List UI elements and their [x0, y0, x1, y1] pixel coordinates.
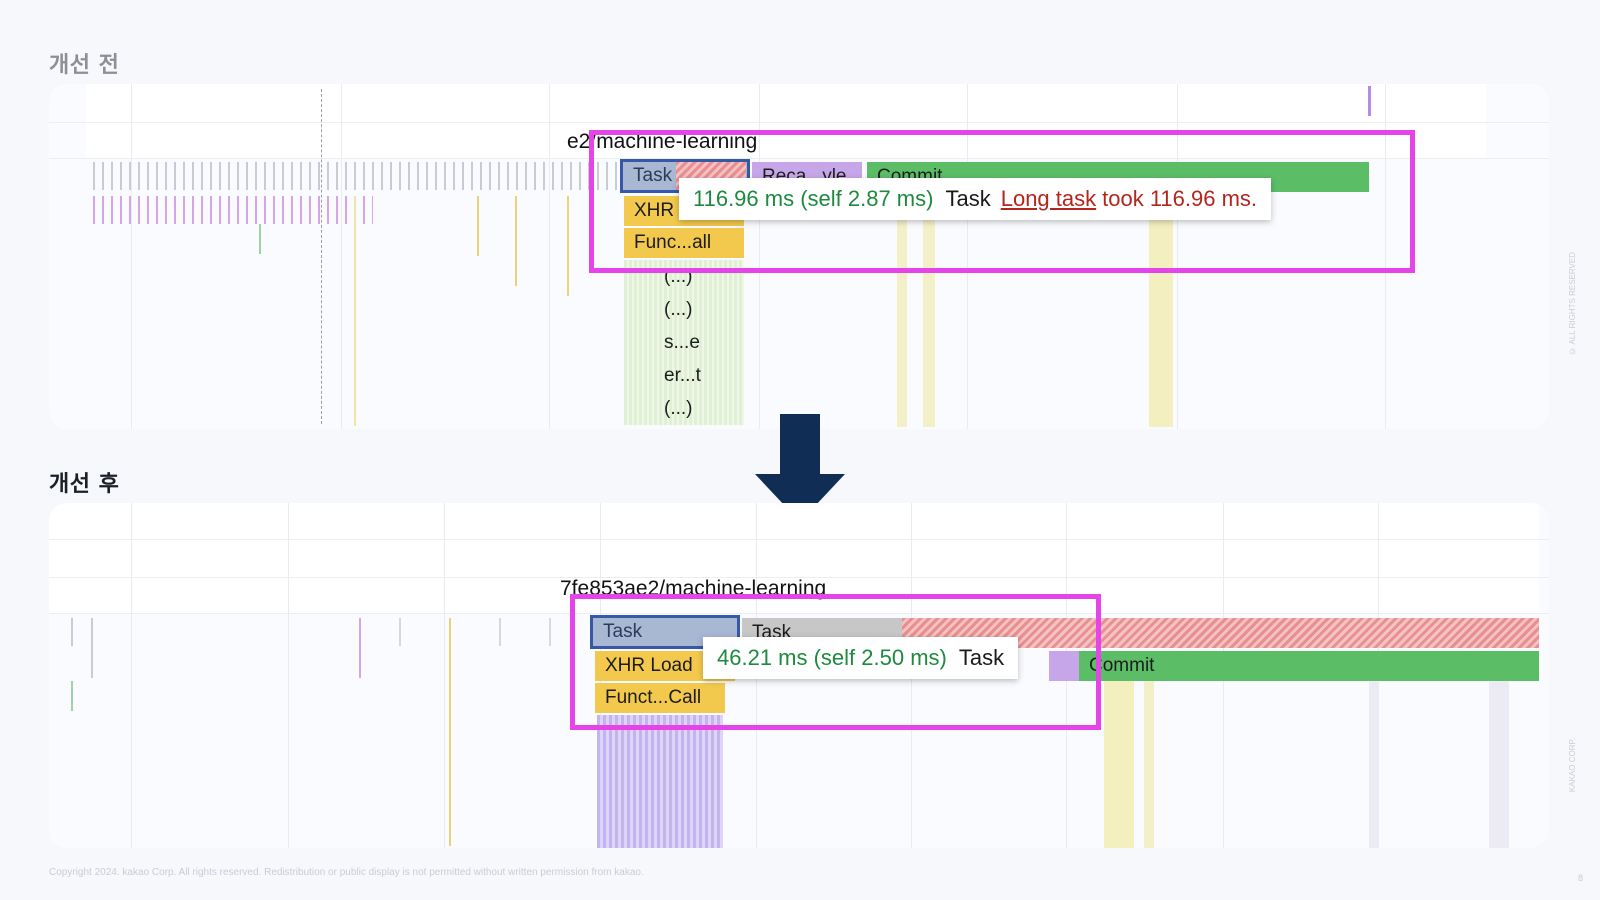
side-company: KAKAO CORP.	[1568, 738, 1577, 793]
activity-column	[1369, 678, 1379, 848]
tick	[359, 618, 361, 678]
grid-line	[131, 84, 132, 429]
stack-frame[interactable]: (...)	[664, 295, 744, 325]
grid-line	[49, 539, 1549, 540]
tick	[499, 618, 501, 646]
grid-line	[549, 84, 550, 429]
tick	[91, 618, 93, 678]
tick	[515, 196, 517, 286]
tick	[477, 196, 479, 256]
tick	[549, 618, 551, 646]
commit-block[interactable]: Commit	[1079, 651, 1539, 681]
timeline-ruler	[86, 84, 1486, 122]
timeline-ruler	[49, 503, 1539, 577]
activity-column	[1489, 678, 1509, 848]
call-stack-column	[597, 715, 723, 848]
task-ticks	[93, 162, 633, 190]
tick	[567, 196, 569, 296]
tick	[71, 618, 73, 646]
tick	[399, 618, 401, 646]
purple-ticks	[93, 196, 373, 224]
after-section-title: 개선 후	[49, 472, 120, 497]
activity-column	[1104, 678, 1134, 848]
grid-line	[131, 503, 132, 848]
stack-frame[interactable]: (...)	[664, 394, 744, 424]
copyright-footer: Copyright 2024. kakao Corp. All rights r…	[49, 867, 644, 878]
tick	[259, 224, 261, 254]
stack-frame[interactable]: s...e	[664, 328, 744, 358]
grid-line	[288, 503, 289, 848]
stack-frame[interactable]: er...t	[664, 361, 744, 391]
grid-line	[341, 84, 342, 429]
before-section-title: 개선 전	[49, 53, 120, 78]
page-number: 8	[1578, 873, 1584, 883]
tick	[449, 618, 451, 846]
activity-column	[1144, 678, 1154, 848]
tick	[354, 196, 356, 426]
grid-line	[49, 122, 1549, 123]
after-highlight-box	[570, 594, 1101, 730]
side-copyright: © ALL RIGHTS RESERVED	[1568, 252, 1577, 356]
grid-line	[444, 503, 445, 848]
tick	[71, 681, 73, 711]
marker-line	[321, 89, 322, 424]
before-highlight-box	[589, 130, 1415, 273]
marker-tick	[1368, 86, 1371, 116]
